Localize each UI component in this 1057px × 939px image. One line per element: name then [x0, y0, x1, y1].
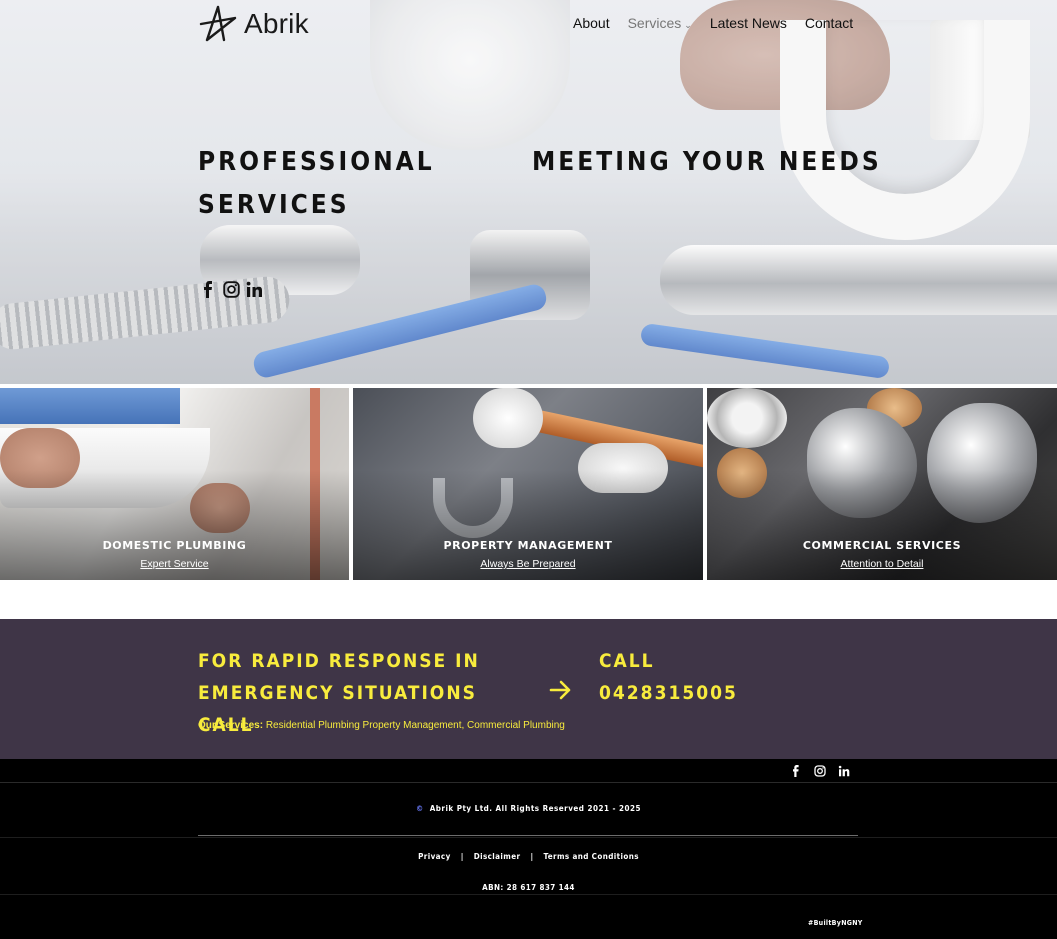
nav-item-contact[interactable]: Contact	[805, 15, 853, 31]
copyright-text: Abrik Pty Ltd. All Rights Reserved 2021 …	[429, 804, 641, 813]
cta-services-text: Residential Plumbing Property Management…	[263, 720, 565, 731]
arrow-right-icon	[548, 677, 574, 709]
star-logo-icon	[199, 5, 237, 42]
instagram-icon[interactable]	[814, 764, 826, 777]
nav-item-about[interactable]: About	[573, 15, 610, 31]
copyright-symbol: ©	[415, 804, 424, 813]
nav-item-services-label: Services	[627, 15, 682, 31]
site-logo[interactable]: Abrik	[198, 4, 309, 44]
cta-heading-line2: EMERGENCY SITUATIONS CALL	[198, 682, 477, 736]
cta-call: CALL 0428315005	[599, 645, 738, 709]
service-card-domestic[interactable]: DOMESTIC PLUMBING Expert Service	[0, 388, 349, 580]
facebook-icon[interactable]	[790, 764, 802, 777]
service-card-property-management[interactable]: PROPERTY MANAGEMENT Always Be Prepared	[353, 388, 703, 580]
linkedin-icon[interactable]	[838, 764, 850, 777]
cta-call-label: CALL	[599, 650, 655, 672]
card-image-ring	[707, 388, 787, 448]
footer-link-privacy[interactable]: Privacy	[418, 852, 451, 861]
footer-abn: ABN: 28 617 837 144	[482, 883, 575, 892]
footer-credit[interactable]: #BuiltByNGNY	[808, 919, 863, 927]
page: Abrik About Services ⌄ Latest News Contac…	[0, 0, 1057, 939]
footer-copyright: © Abrik Pty Ltd. All Rights Reserved 2021…	[0, 804, 1057, 813]
footer-divider	[0, 894, 1057, 895]
card-link[interactable]: Expert Service	[0, 558, 349, 570]
site-footer: © Abrik Pty Ltd. All Rights Reserved 2021…	[0, 759, 1057, 939]
hero-overlay	[0, 0, 1057, 384]
card-link[interactable]: Always Be Prepared	[353, 558, 703, 570]
hero-title-left: PROFESSIONAL SERVICES	[198, 141, 458, 227]
emergency-cta-section: FOR RAPID RESPONSE IN EMERGENCY SITUATIO…	[0, 619, 1057, 759]
hero-social-links	[200, 281, 263, 298]
facebook-icon[interactable]	[200, 281, 217, 298]
service-card-commercial[interactable]: COMMERCIAL SERVICES Attention to Detail	[707, 388, 1057, 580]
footer-divider	[198, 835, 858, 836]
hero-title-right: MEETING YOUR NEEDS	[532, 147, 882, 177]
card-image-glove	[473, 388, 543, 448]
hero-title-left-line2: SERVICES	[198, 190, 350, 220]
hero-title-left-line1: PROFESSIONAL	[198, 147, 435, 177]
card-image-sleeve	[0, 388, 180, 424]
nav-item-latest-news[interactable]: Latest News	[710, 15, 787, 31]
card-title: DOMESTIC PLUMBING	[102, 539, 247, 552]
footer-divider	[0, 782, 1057, 783]
footer-divider	[0, 837, 1057, 838]
card-link[interactable]: Attention to Detail	[707, 558, 1057, 570]
footer-link-separator: |	[530, 852, 534, 861]
cta-services-label: Our Services:	[198, 720, 264, 731]
hero-banner: Abrik About Services ⌄ Latest News Contac…	[0, 0, 1057, 384]
cta-heading-line1: FOR RAPID RESPONSE IN	[198, 650, 480, 672]
brand-name: Abrik	[244, 8, 309, 39]
main-nav: About Services ⌄ Latest News Contact	[573, 15, 871, 31]
footer-social-links	[790, 764, 850, 777]
card-title: PROPERTY MANAGEMENT	[443, 539, 613, 552]
card-title: COMMERCIAL SERVICES	[802, 539, 962, 552]
chevron-down-icon: ⌄	[684, 20, 692, 30]
nav-item-services[interactable]: Services ⌄	[628, 15, 692, 31]
footer-link-disclaimer[interactable]: Disclaimer	[474, 852, 521, 861]
instagram-icon[interactable]	[223, 281, 240, 298]
linkedin-icon[interactable]	[246, 281, 263, 298]
footer-link-terms[interactable]: Terms and Conditions	[543, 852, 638, 861]
footer-legal-links: Privacy | Disclaimer | Terms and Conditions	[0, 852, 1057, 861]
footer-link-separator: |	[460, 852, 464, 861]
cta-services-list: Our Services: Residential Plumbing Prope…	[198, 720, 565, 731]
cta-phone-number[interactable]: 0428315005	[599, 677, 738, 709]
